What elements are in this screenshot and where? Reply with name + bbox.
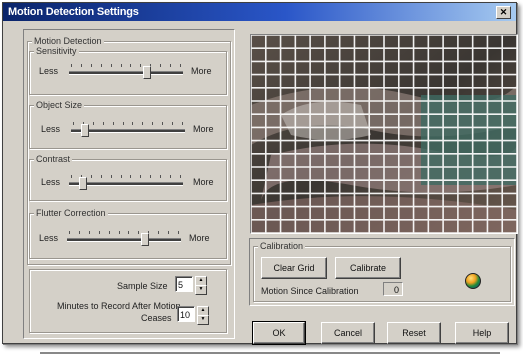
motion-since-calibration-label: Motion Since Calibration	[261, 286, 359, 296]
calibration-group-label: Calibration	[258, 241, 306, 251]
minutes-label-line2: Ceases	[141, 313, 172, 323]
window-title: Motion Detection Settings	[8, 6, 139, 18]
slider-ticks	[71, 64, 181, 68]
sensitivity-label: Sensitivity	[34, 46, 79, 56]
motion-detection-group-label: Motion Detection	[32, 36, 104, 46]
flutter-correction-less-label: Less	[39, 233, 59, 243]
close-button[interactable]: ✕	[496, 6, 511, 19]
slider-ticks	[69, 231, 179, 235]
object-size-less-label: Less	[41, 124, 61, 134]
preview-image	[251, 35, 517, 233]
flutter-correction-label: Flutter Correction	[34, 208, 108, 218]
minutes-input[interactable]: 10	[177, 306, 195, 322]
contrast-less-label: Less	[41, 177, 61, 187]
object-size-more-label: More	[193, 124, 214, 134]
sensitivity-more-label: More	[191, 66, 212, 76]
object-size-slider[interactable]	[69, 120, 187, 138]
sample-size-down-button[interactable]: ▼	[195, 285, 207, 295]
sample-size-stepper[interactable]: 5 ▲ ▼	[175, 276, 209, 295]
slider-ticks	[71, 175, 181, 179]
bottom-divider	[40, 352, 500, 354]
motion-since-calibration-value: 0	[383, 282, 403, 296]
slider-thumb[interactable]	[81, 124, 89, 137]
flutter-correction-slider[interactable]	[65, 229, 183, 247]
help-button[interactable]: Help	[455, 322, 509, 344]
sensitivity-less-label: Less	[39, 66, 59, 76]
contrast-more-label: More	[193, 177, 214, 187]
sensitivity-slider[interactable]	[67, 62, 185, 80]
flutter-correction-more-label: More	[189, 233, 210, 243]
motion-detection-settings-window: Motion Detection Settings ✕ Motion Detec…	[2, 2, 518, 345]
minutes-down-button[interactable]: ▼	[197, 315, 209, 325]
calibrate-button[interactable]: Calibrate	[335, 257, 401, 279]
minutes-stepper[interactable]: 10 ▲ ▼	[177, 306, 211, 325]
slider-thumb[interactable]	[142, 66, 151, 79]
ok-button[interactable]: OK	[252, 321, 306, 345]
camera-preview[interactable]	[250, 34, 518, 234]
clear-grid-button[interactable]: Clear Grid	[261, 257, 327, 279]
globe-icon[interactable]	[465, 273, 481, 289]
slider-thumb[interactable]	[79, 177, 87, 190]
title-bar[interactable]: Motion Detection Settings ✕	[3, 3, 516, 21]
sample-size-input[interactable]: 5	[175, 276, 193, 292]
cancel-button[interactable]: Cancel	[321, 322, 375, 344]
slider-ticks	[73, 122, 183, 126]
close-icon: ✕	[499, 7, 508, 17]
slider-track	[69, 71, 183, 75]
contrast-slider[interactable]	[67, 173, 185, 191]
sample-size-label: Sample Size	[117, 281, 168, 291]
contrast-label: Contrast	[34, 154, 73, 164]
minutes-label-line1: Minutes to Record After Motion	[57, 301, 181, 311]
reset-button[interactable]: Reset	[387, 322, 441, 344]
slider-track	[67, 238, 181, 242]
object-size-label: Object Size	[34, 100, 85, 110]
slider-thumb[interactable]	[140, 233, 149, 246]
